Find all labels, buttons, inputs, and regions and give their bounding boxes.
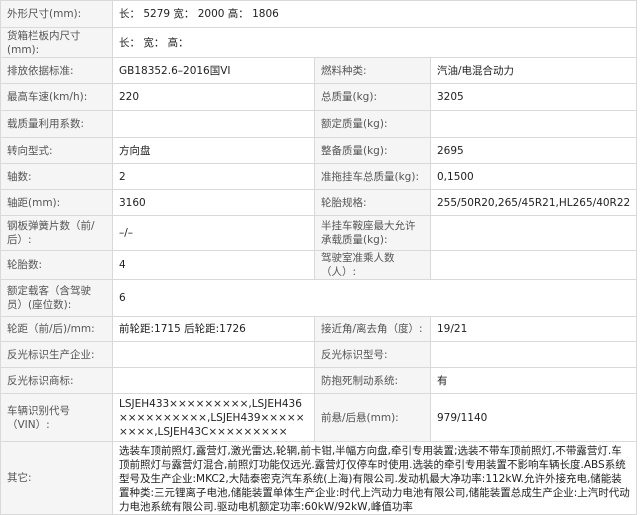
label-vin: 车辆识别代号（VIN）: (0, 393, 113, 442)
label-leaf-springs: 钢板弹簧片数（前/后）: (0, 215, 113, 251)
value-fuel-type: 汽油/电混合动力 (429, 57, 638, 84)
label-rated-mass: 额定质量(kg): (314, 110, 431, 138)
label-reflector-brand: 反光标识商标: (0, 367, 113, 394)
label-approach-angle: 接近角/离去角（度）: (314, 316, 431, 342)
value-saddle-load (429, 215, 638, 251)
value-tire-spec: 255/50R20,265/45R21,HL265/40R22 (429, 189, 638, 216)
row-emission: 排放依据标准: GB18352.6–2016国VI 燃料种类: 汽油/电混合动力 (0, 57, 638, 84)
value-dimensions: 长： 5279 宽： 2000 高： 1806 (111, 0, 638, 28)
label-overhang: 前悬/后悬(mm): (314, 393, 431, 442)
value-track: 前轮距:1715 后轮距:1726 (112, 316, 315, 342)
label-emission-standard: 排放依据标准: (0, 57, 113, 84)
row-reflector-maker: 反光标识生产企业: 反光标识型号: (0, 341, 638, 368)
row-reflector-brand: 反光标识商标: 防抱死制动系统: 有 (0, 367, 638, 394)
value-cargo-box: 长： 宽： 高： (111, 27, 638, 58)
value-trailer-mass: 0,1500 (429, 163, 638, 190)
row-passengers: 额定载客（含驾驶员）(座位数): 6 (0, 279, 638, 317)
row-wheelbase: 轴距(mm): 3160 轮胎规格: 255/50R20,265/45R21,H… (0, 189, 638, 216)
label-load-coefficient: 载质量利用系数: (0, 110, 113, 138)
other-notes-text: 选装车顶前照灯,露营灯,激光雷达,轮辋,前卡钳,半幅方向盘,牵引专用装置;选装不… (119, 445, 630, 513)
value-curb-mass: 2695 (429, 137, 638, 164)
value-axle-count: 2 (112, 163, 315, 190)
label-track: 轮距（前/后)/mm: (0, 316, 113, 342)
label-dimensions: 外形尺寸(mm): (0, 0, 113, 28)
row-vin: 车辆识别代号（VIN）: LSJEH433×××××××××,LSJEH436×… (0, 393, 638, 442)
label-reflector-model: 反光标识型号: (314, 341, 431, 368)
label-rated-passengers: 额定载客（含驾驶员）(座位数): (0, 279, 113, 317)
value-reflector-brand (112, 367, 315, 394)
row-steering: 转向型式: 方向盘 整备质量(kg): 2695 (0, 137, 638, 164)
label-fuel-type: 燃料种类: (314, 57, 431, 84)
value-approach-angle: 19/21 (429, 316, 638, 342)
value-max-speed: 220 (112, 83, 315, 111)
value-reflector-maker (112, 341, 315, 368)
label-wheelbase: 轴距(mm): (0, 189, 113, 216)
label-total-mass: 总质量(kg): (314, 83, 431, 111)
value-reflector-model (429, 341, 638, 368)
value-overhang: 979/1140 (429, 393, 638, 442)
label-max-speed: 最高车速(km/h): (0, 83, 113, 111)
row-axles: 轴数: 2 准拖挂车总质量(kg): 0,1500 (0, 163, 638, 190)
label-trailer-mass: 准拖挂车总质量(kg): (314, 163, 431, 190)
row-other: 其它: 选装车顶前照灯,露营灯,激光雷达,轮辋,前卡钳,半幅方向盘,牵引专用装置… (0, 441, 638, 515)
label-tire-count: 轮胎数: (0, 250, 113, 280)
value-wheelbase: 3160 (112, 189, 315, 216)
label-abs: 防抱死制动系统: (314, 367, 431, 394)
label-reflector-maker: 反光标识生产企业: (0, 341, 113, 368)
value-vin: LSJEH433×××××××××,LSJEH436××××××××××,LSJ… (112, 393, 315, 442)
label-curb-mass: 整备质量(kg): (314, 137, 431, 164)
label-cargo-box: 货箱栏板内尺寸(mm): (0, 27, 113, 58)
row-dimensions: 外形尺寸(mm): 长： 5279 宽： 2000 高： 1806 (0, 0, 638, 28)
label-tire-spec: 轮胎规格: (314, 189, 431, 216)
row-track: 轮距（前/后)/mm: 前轮距:1715 后轮距:1726 接近角/离去角（度）… (0, 316, 638, 342)
value-rated-passengers: 6 (111, 279, 638, 317)
row-cargo-box: 货箱栏板内尺寸(mm): 长： 宽： 高： (0, 27, 638, 58)
label-other: 其它: (0, 441, 113, 515)
label-steering-type: 转向型式: (0, 137, 113, 164)
row-load-coefficient: 载质量利用系数: 额定质量(kg): (0, 110, 638, 138)
value-other: 选装车顶前照灯,露营灯,激光雷达,轮辋,前卡钳,半幅方向盘,牵引专用装置;选装不… (111, 441, 638, 515)
label-axle-count: 轴数: (0, 163, 113, 190)
label-saddle-load: 半挂车鞍座最大允许承载质量(kg): (314, 215, 431, 251)
value-load-coefficient (112, 110, 315, 138)
value-steering-type: 方向盘 (112, 137, 315, 164)
value-leaf-springs: –/– (112, 215, 315, 251)
value-abs: 有 (429, 367, 638, 394)
row-speed: 最高车速(km/h): 220 总质量(kg): 3205 (0, 83, 638, 111)
value-cab-occupants (429, 250, 638, 280)
value-emission-standard: GB18352.6–2016国VI (112, 57, 315, 84)
spec-table: 外形尺寸(mm): 长： 5279 宽： 2000 高： 1806 货箱栏板内尺… (0, 0, 638, 515)
row-tires: 轮胎数: 4 驾驶室准乘人数（人）: (0, 250, 638, 280)
value-tire-count: 4 (112, 250, 315, 280)
label-cab-occupants: 驾驶室准乘人数（人）: (314, 250, 431, 280)
value-rated-mass (429, 110, 638, 138)
row-leaf-springs: 钢板弹簧片数（前/后）: –/– 半挂车鞍座最大允许承载质量(kg): (0, 215, 638, 251)
value-total-mass: 3205 (429, 83, 638, 111)
